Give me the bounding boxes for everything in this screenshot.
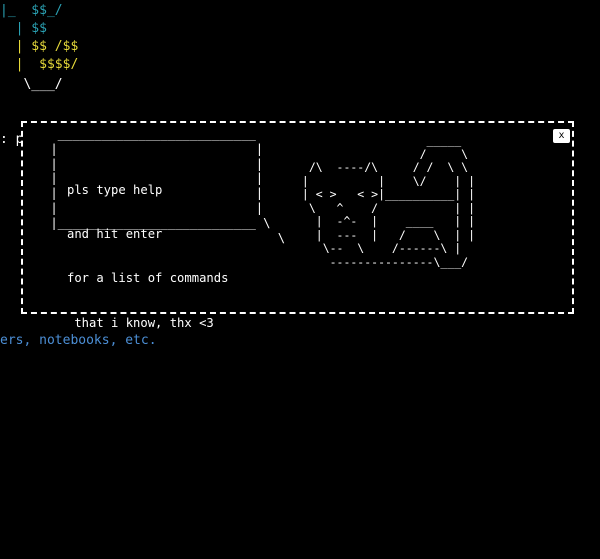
message-line-4: that i know, thx <3 — [67, 315, 214, 330]
message-line-3: for a list of commands — [67, 271, 229, 286]
ascii-banner-line-1: |_ $$_/ — [0, 3, 63, 18]
terminal-window: |_ $$_/ | $$ | $$ /$$ | $$$$/ \___/ : pr… — [0, 0, 600, 559]
ascii-banner-line-5: \___/ — [0, 77, 63, 92]
message-line-1: pls type help — [67, 182, 163, 197]
ascii-banner-line-3: | $$ /$$ — [0, 39, 79, 54]
cat-ascii-art: _____ / \ /\ ----/\ / / \ \ | | \/ | | |… — [301, 133, 476, 269]
welcome-dialog: x ___________________________ | | | | | … — [21, 121, 574, 330]
message-line-2: and hit enter — [67, 226, 163, 241]
speech-bubble-text: pls type help and hit enter for a list o… — [67, 153, 228, 360]
close-button[interactable]: x — [553, 129, 570, 143]
ascii-banner-line-4: | $$$$/ — [0, 57, 79, 72]
ascii-banner-line-2: | $$ — [0, 21, 47, 36]
